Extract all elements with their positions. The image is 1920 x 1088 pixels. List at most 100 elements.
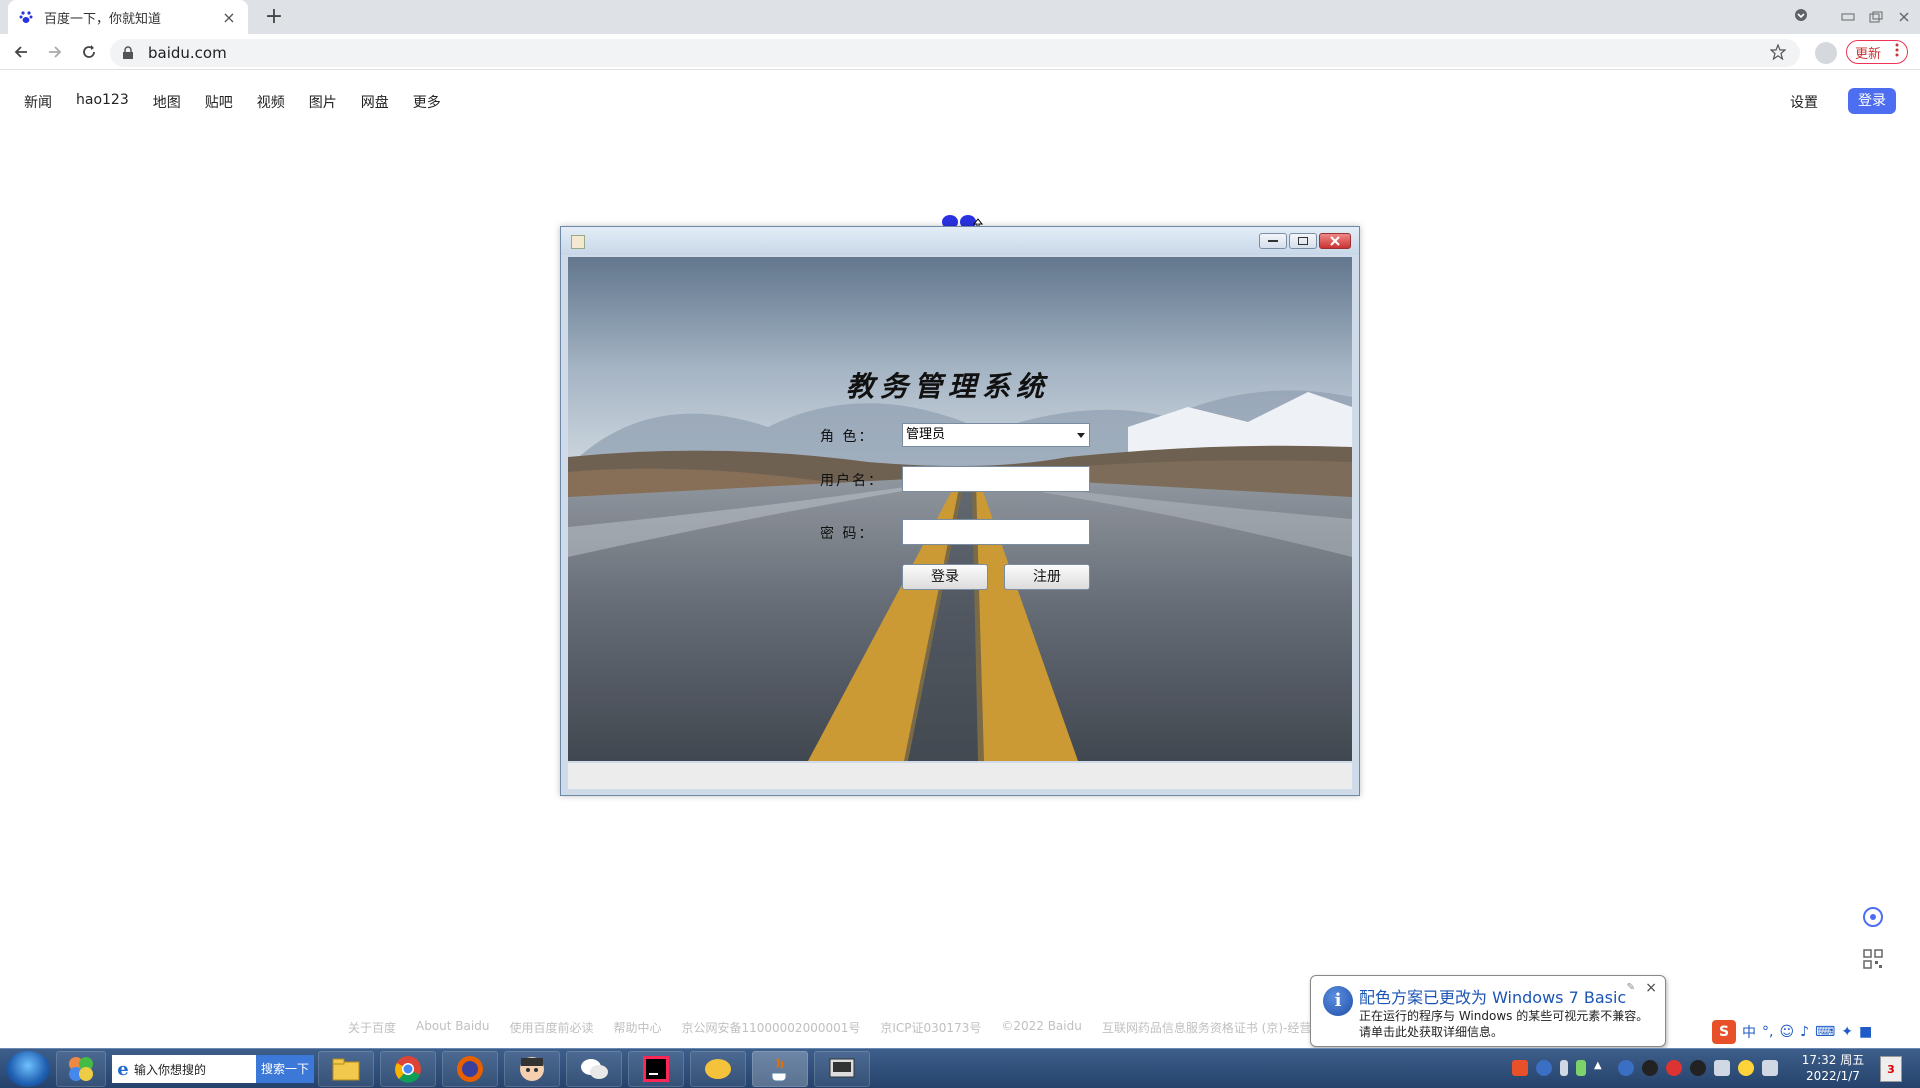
login-panel: 教务管理系统 角 色： 管理员 用户名： 密 码： 登录 注册 — [568, 257, 1352, 761]
skin-icon[interactable]: ✦ — [1841, 1024, 1853, 1040]
system-title: 教务管理系统 — [845, 370, 1050, 403]
pin-icon[interactable]: ✎ — [1627, 982, 1635, 993]
volume-icon[interactable] — [1714, 1060, 1730, 1076]
feedback-icon[interactable] — [1862, 906, 1884, 928]
ime-lang-label[interactable]: 中 — [1742, 1022, 1756, 1042]
microphone-icon[interactable]: ♪ — [1800, 1024, 1809, 1040]
footer-icp[interactable]: 京ICP证030173号 — [880, 1019, 981, 1036]
ie-search-button[interactable]: 搜索一下 — [256, 1055, 314, 1083]
character-app-icon[interactable] — [504, 1051, 560, 1087]
colorful-app-icon[interactable] — [56, 1051, 106, 1087]
terminal-app-icon[interactable] — [814, 1051, 870, 1087]
window-controls — [1786, 0, 1920, 34]
start-button[interactable] — [6, 1051, 50, 1087]
help-tray-icon[interactable] — [1536, 1060, 1552, 1076]
minimize-icon[interactable] — [1836, 8, 1860, 26]
firefox-icon[interactable] — [442, 1051, 498, 1087]
update-button[interactable]: 更新 — [1846, 40, 1908, 64]
qq-tray-icon[interactable] — [1642, 1060, 1658, 1076]
more-menu-icon — [1895, 43, 1899, 61]
security-tray-icon[interactable] — [1618, 1060, 1634, 1076]
baidu-settings-link[interactable]: 设置 — [1790, 92, 1818, 112]
java-close-icon[interactable] — [1319, 233, 1351, 249]
toolbox-icon[interactable]: ■ — [1859, 1024, 1872, 1040]
punctuation-icon[interactable]: °, — [1762, 1024, 1773, 1040]
dropdown-arrow-icon — [1077, 433, 1085, 438]
role-select[interactable]: 管理员 — [902, 423, 1090, 447]
lock-icon — [122, 46, 136, 60]
taskbar-clock[interactable]: 17:32 周五 2022/1/7 — [1798, 1052, 1868, 1084]
back-icon[interactable] — [8, 39, 34, 65]
notification-count: 3 — [1887, 1063, 1895, 1076]
ime-toolbar: S 中 °, ☺ ♪ ⌨ ✦ ■ — [1712, 1018, 1872, 1046]
intellij-idea-icon[interactable] — [628, 1051, 684, 1087]
bookmark-star-icon[interactable] — [1770, 44, 1788, 62]
footer-copyright: ©2022 Baidu — [1001, 1019, 1082, 1033]
sogou-tray-icon[interactable] — [1512, 1060, 1528, 1076]
yellow-app-icon[interactable] — [690, 1051, 746, 1087]
baidu-paw-icon — [18, 9, 34, 25]
emoji-icon[interactable]: ☺ — [1779, 1024, 1794, 1040]
tab-close-icon[interactable]: × — [220, 8, 238, 27]
footer-help[interactable]: 帮助中心 — [613, 1019, 661, 1036]
network-tray-icon[interactable] — [1560, 1060, 1568, 1076]
new-tab-button[interactable]: + — [260, 4, 288, 30]
action-center-icon[interactable]: 3 — [1880, 1056, 1902, 1082]
nav-images[interactable]: 图片 — [309, 92, 337, 112]
chrome-icon[interactable] — [380, 1051, 436, 1087]
battery-tray-icon[interactable] — [1576, 1060, 1586, 1076]
browser-tab-strip: 百度一下，你就知道 × + — [0, 0, 1920, 34]
notification-title: 配色方案已更改为 Windows 7 Basic — [1359, 988, 1627, 1007]
nav-tieba[interactable]: 贴吧 — [205, 92, 233, 112]
nav-map[interactable]: 地图 — [153, 92, 181, 112]
java-maximize-icon[interactable] — [1289, 233, 1317, 249]
qq-tray-icon-2[interactable] — [1666, 1060, 1682, 1076]
side-floating-tools — [1862, 906, 1884, 990]
explorer-folder-icon[interactable] — [318, 1051, 374, 1087]
reload-icon[interactable] — [76, 39, 102, 65]
footer-terms[interactable]: 使用百度前必读 — [509, 1019, 593, 1036]
keyboard-icon[interactable]: ⌨ — [1815, 1024, 1835, 1040]
sogou-s-icon[interactable]: S — [1712, 1020, 1736, 1044]
qr-code-icon[interactable] — [1862, 948, 1884, 970]
password-input[interactable] — [902, 519, 1090, 545]
nav-news[interactable]: 新闻 — [24, 92, 52, 112]
url-text[interactable]: baidu.com — [148, 44, 1770, 62]
notification-close-icon[interactable]: × — [1645, 980, 1657, 996]
close-window-icon[interactable] — [1892, 8, 1916, 26]
footer-about[interactable]: 关于百度 — [348, 1019, 396, 1036]
nav-hao123[interactable]: hao123 — [76, 92, 129, 112]
browser-toolbar: baidu.com 更新 — [0, 34, 1920, 70]
restore-icon[interactable] — [1864, 8, 1888, 26]
java-app-icon[interactable] — [752, 1051, 808, 1087]
profile-avatar-icon[interactable] — [1815, 42, 1837, 64]
footer-about-en[interactable]: About Baidu — [416, 1019, 489, 1036]
nav-netdisk[interactable]: 网盘 — [361, 92, 389, 112]
qq-tray-icon-3[interactable] — [1690, 1060, 1706, 1076]
login-button[interactable]: 登录 — [902, 564, 988, 590]
register-button[interactable]: 注册 — [1004, 564, 1090, 590]
ie-search-box[interactable]: e 输入你想搜的 — [112, 1055, 256, 1083]
java-window-titlebar[interactable] — [561, 227, 1359, 255]
address-bar[interactable]: baidu.com — [110, 39, 1800, 67]
wechat-icon[interactable] — [566, 1051, 622, 1087]
forward-icon[interactable] — [42, 39, 68, 65]
plus-tray-icon[interactable] — [1738, 1060, 1754, 1076]
browser-tab[interactable]: 百度一下，你就知道 × — [8, 0, 248, 34]
display-tray-icon[interactable] — [1762, 1060, 1778, 1076]
java-minimize-icon[interactable] — [1259, 233, 1287, 249]
ie-search-placeholder: 输入你想搜的 — [134, 1062, 207, 1077]
clock-time: 17:32 周五 — [1801, 1053, 1865, 1067]
footer-beian[interactable]: 京公网安备11000002000001号 — [681, 1019, 860, 1036]
nav-video[interactable]: 视频 — [257, 92, 285, 112]
username-input[interactable] — [902, 466, 1090, 492]
tab-search-icon[interactable] — [1786, 8, 1816, 26]
color-scheme-notification[interactable]: i 配色方案已更改为 Windows 7 Basic 正在运行的程序与 Wind… — [1310, 975, 1666, 1047]
username-label: 用户名： — [820, 473, 884, 489]
baidu-login-button[interactable]: 登录 — [1848, 88, 1896, 114]
role-select-value: 管理员 — [906, 427, 946, 442]
baidu-top-nav: 新闻 hao123 地图 贴吧 视频 图片 网盘 更多 — [24, 92, 441, 112]
tab-title: 百度一下，你就知道 — [44, 11, 162, 27]
nav-more[interactable]: 更多 — [413, 92, 441, 112]
show-hidden-icons-icon[interactable]: ▲ — [1594, 1060, 1610, 1076]
